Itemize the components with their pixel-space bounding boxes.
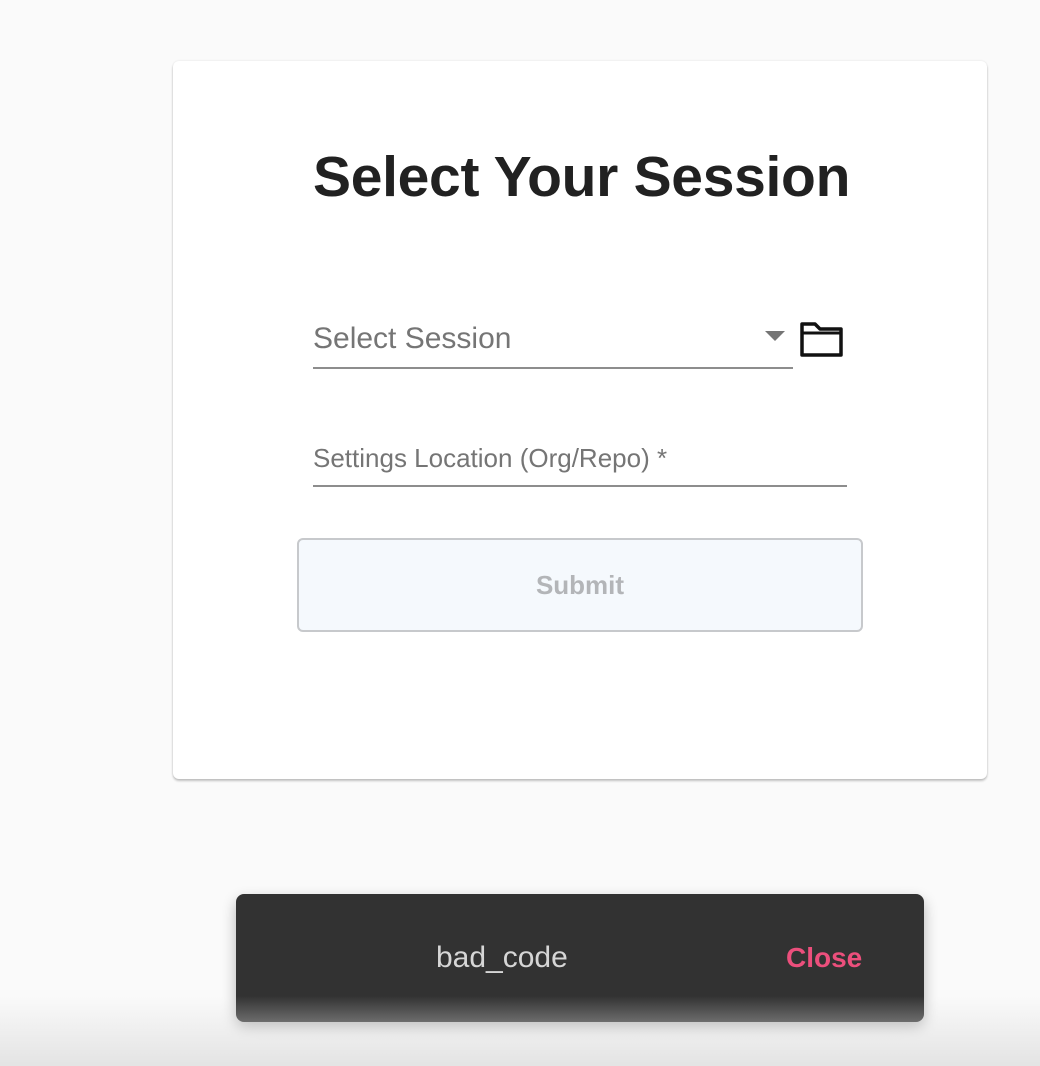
session-select-placeholder: Select Session	[313, 322, 512, 355]
folder-icon	[800, 322, 843, 357]
submit-button[interactable]: Submit	[297, 538, 863, 632]
snackbar-message: bad_code	[436, 941, 568, 974]
snackbar: bad_code Close	[236, 894, 924, 1022]
snackbar-close-button[interactable]: Close	[776, 934, 872, 982]
page-title: Select Your Session	[313, 145, 851, 209]
folder-button[interactable]	[799, 319, 845, 359]
session-card: Select Your Session Select Session Setti…	[173, 61, 987, 779]
session-select[interactable]: Select Session	[313, 311, 793, 369]
chevron-down-icon	[765, 331, 785, 341]
settings-location-label: Settings Location (Org/Repo) *	[313, 443, 668, 473]
settings-location-field[interactable]: Settings Location (Org/Repo) *	[313, 433, 847, 487]
